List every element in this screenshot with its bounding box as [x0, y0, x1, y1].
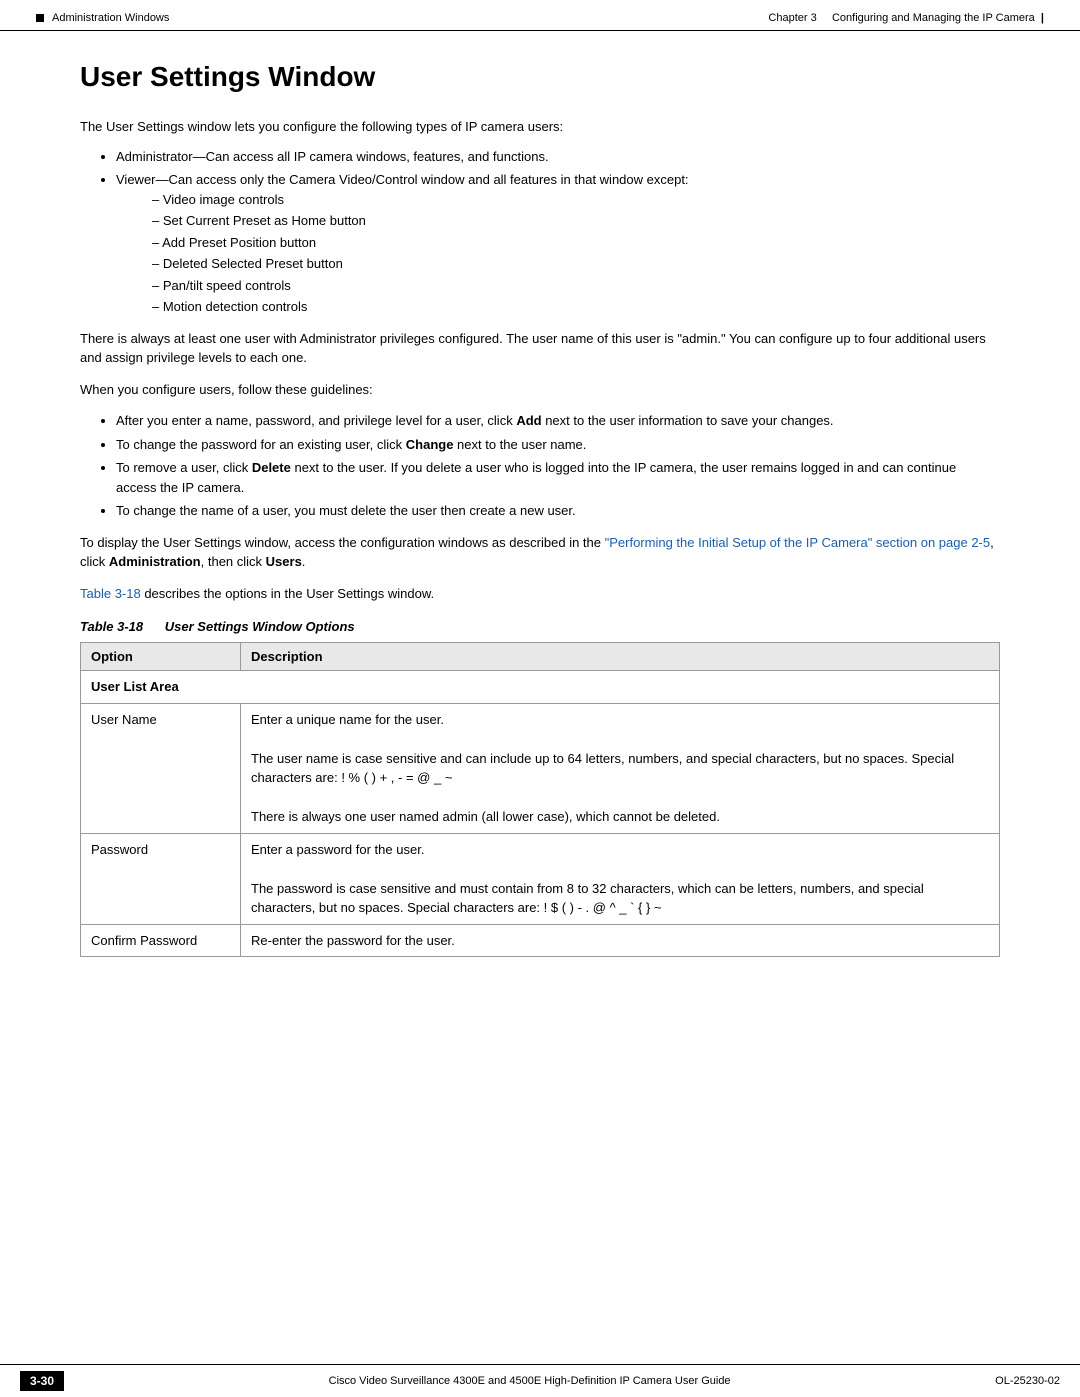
col-option-header: Option	[81, 643, 241, 671]
guideline-item-0: After you enter a name, password, and pr…	[116, 411, 1000, 431]
header-right: Chapter 3 Configuring and Managing the I…	[768, 12, 1044, 24]
bold-users: Users	[266, 554, 302, 569]
dash-item-3: Deleted Selected Preset button	[152, 254, 1000, 274]
header-left: Administration Windows	[36, 12, 169, 24]
table-title-label: User Settings Window Options	[165, 619, 355, 634]
header-chapter: Chapter 3	[768, 12, 816, 24]
table-caption: Table 3-18 User Settings Window Options	[80, 619, 1000, 634]
desc-password: Enter a password for the user. The passw…	[241, 833, 1000, 924]
option-confirm-password: Confirm Password	[81, 924, 241, 957]
desc-confirm-password: Re-enter the password for the user.	[241, 924, 1000, 957]
desc-confirm-password-line0: Re-enter the password for the user.	[251, 931, 989, 951]
option-username: User Name	[81, 703, 241, 833]
type-bullet-list: Administrator—Can access all IP camera w…	[116, 147, 1000, 317]
intro-p5: Table 3-18 describes the options in the …	[80, 584, 1000, 604]
page-header: Administration Windows Chapter 3 Configu…	[0, 0, 1080, 31]
intro-p3: When you configure users, follow these g…	[80, 380, 1000, 400]
page-title: User Settings Window	[80, 61, 1000, 93]
desc-password-line0: Enter a password for the user.	[251, 840, 989, 860]
desc-username-line2: There is always one user named admin (al…	[251, 807, 989, 827]
desc-username: Enter a unique name for the user. The us…	[241, 703, 1000, 833]
page-number: 3-30	[20, 1371, 64, 1391]
desc-username-line0: Enter a unique name for the user.	[251, 710, 989, 730]
intro-p2: There is always at least one user with A…	[80, 329, 1000, 368]
header-chapter-title: Configuring and Managing the IP Camera	[832, 12, 1035, 24]
table-row-confirm-password: Confirm Password Re-enter the password f…	[81, 924, 1000, 957]
footer-center-text: Cisco Video Surveillance 4300E and 4500E…	[329, 1375, 731, 1387]
bold-administration: Administration	[109, 554, 201, 569]
page-footer: 3-30 Cisco Video Surveillance 4300E and …	[0, 1364, 1080, 1397]
dash-sub-list: Video image controls Set Current Preset …	[152, 190, 1000, 317]
user-list-section-header: User List Area	[81, 671, 1000, 704]
table-ref-link[interactable]: Table 3-18	[80, 586, 141, 601]
main-content: User Settings Window The User Settings w…	[0, 31, 1080, 1037]
performing-link[interactable]: "Performing the Initial Setup of the IP …	[605, 535, 991, 550]
dash-item-2: Add Preset Position button	[152, 233, 1000, 253]
col-description-header: Description	[241, 643, 1000, 671]
table-ref-num: Table 3-18	[80, 586, 141, 601]
guideline-item-1: To change the password for an existing u…	[116, 435, 1000, 455]
table-row-password: Password Enter a password for the user. …	[81, 833, 1000, 924]
p5-post: describes the options in the User Settin…	[141, 586, 434, 601]
intro-p4: To display the User Settings window, acc…	[80, 533, 1000, 572]
p4-link: "Performing the Initial Setup of the IP …	[605, 535, 991, 550]
list-item-viewer: Viewer—Can access only the Camera Video/…	[116, 170, 1000, 317]
guideline-item-3: To change the name of a user, you must d…	[116, 501, 1000, 521]
header-marker-icon	[36, 14, 44, 22]
p4-period: .	[302, 554, 306, 569]
desc-password-line1: The password is case sensitive and must …	[251, 879, 989, 918]
options-table: Option Description User List Area User N…	[80, 642, 1000, 957]
dash-item-0: Video image controls	[152, 190, 1000, 210]
footer-doc-id: OL-25230-02	[995, 1375, 1060, 1387]
guideline-item-2: To remove a user, click Delete next to t…	[116, 458, 1000, 497]
desc-username-line1: The user name is case sensitive and can …	[251, 749, 989, 788]
table-num-label: Table 3-18	[80, 619, 143, 634]
option-password: Password	[81, 833, 241, 924]
intro-p1: The User Settings window lets you config…	[80, 117, 1000, 137]
guidelines-list: After you enter a name, password, and pr…	[116, 411, 1000, 521]
list-item-admin: Administrator—Can access all IP camera w…	[116, 147, 1000, 167]
p4-then: , then click	[201, 554, 266, 569]
dash-item-5: Motion detection controls	[152, 297, 1000, 317]
table-row-username: User Name Enter a unique name for the us…	[81, 703, 1000, 833]
dash-item-1: Set Current Preset as Home button	[152, 211, 1000, 231]
bold-add: Add	[516, 413, 541, 428]
header-section-label: Administration Windows	[52, 12, 169, 24]
user-list-area-label: User List Area	[81, 671, 1000, 704]
dash-item-4: Pan/tilt speed controls	[152, 276, 1000, 296]
p4-pre: To display the User Settings window, acc…	[80, 535, 605, 550]
bold-delete: Delete	[252, 460, 291, 475]
bold-change: Change	[406, 437, 454, 452]
